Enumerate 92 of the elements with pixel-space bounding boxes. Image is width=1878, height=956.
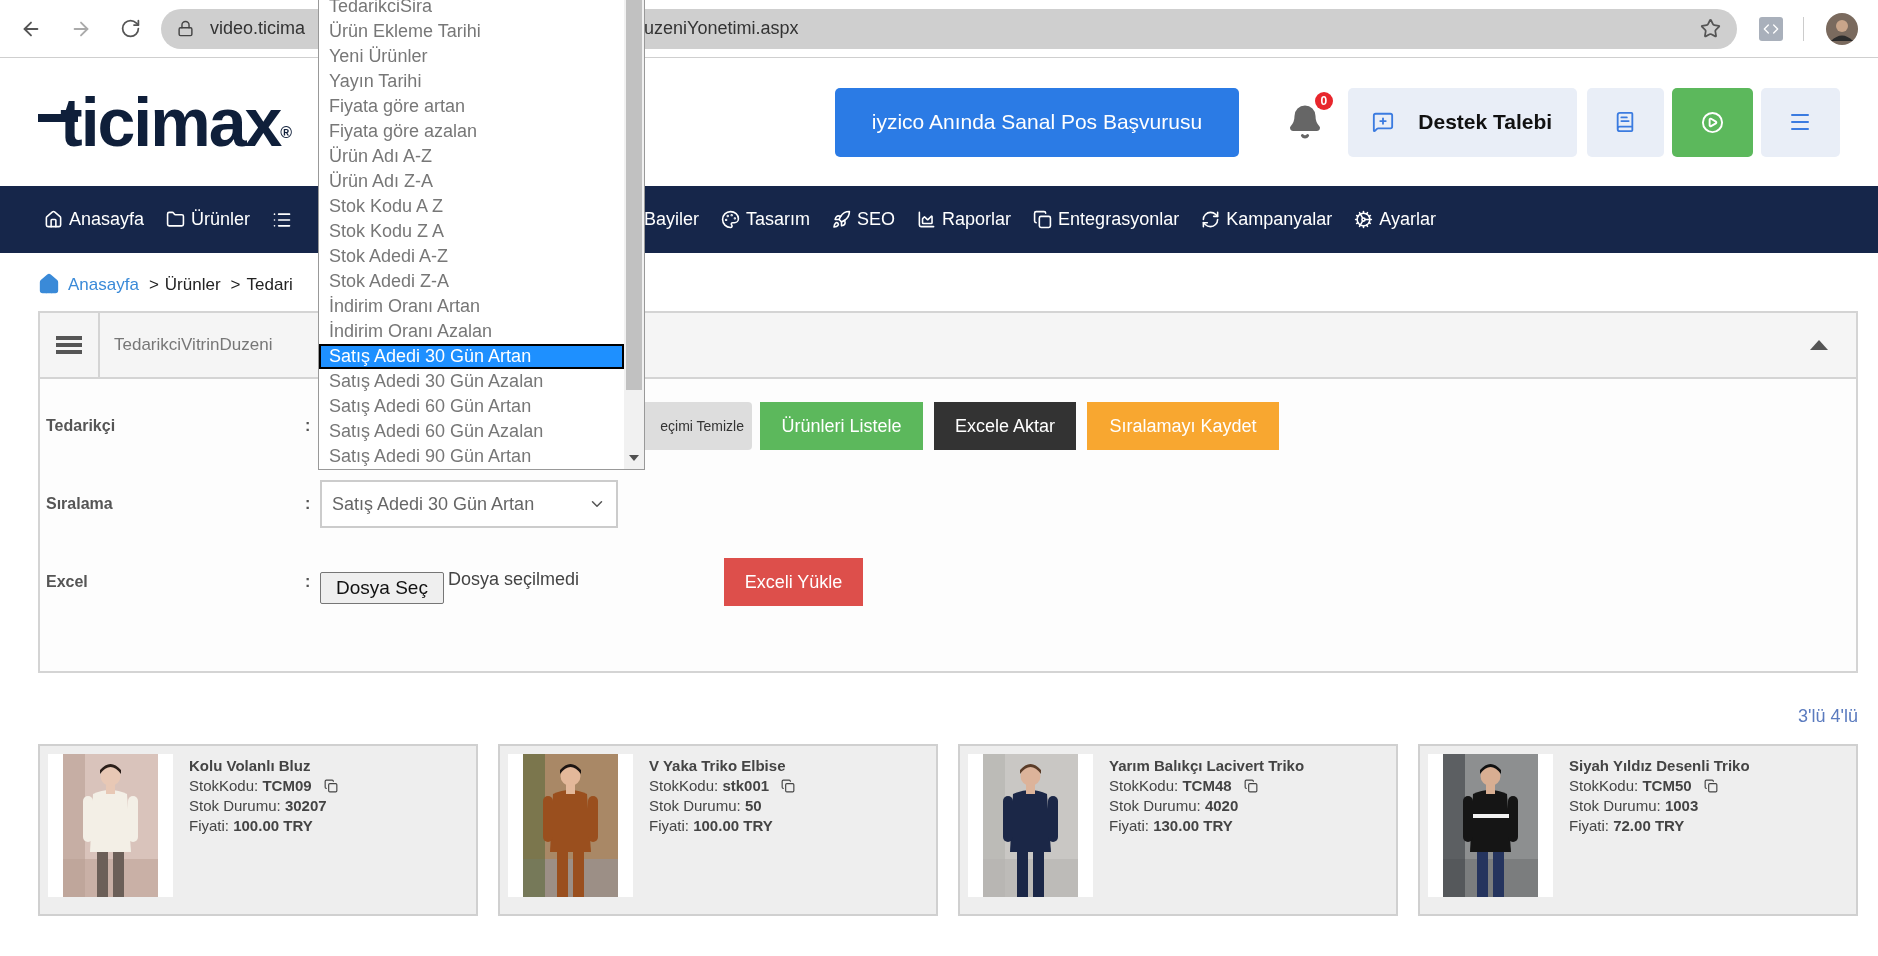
breadcrumb-link[interactable]: Tedari xyxy=(246,271,293,297)
logo[interactable]: ticimax® xyxy=(38,87,308,157)
rocket-icon xyxy=(832,210,852,229)
dropdown-option[interactable]: Fiyata göre azalan xyxy=(319,119,625,144)
dropdown-option[interactable]: Satış Adedi 30 Gün Artan xyxy=(319,344,625,369)
lock-icon xyxy=(177,20,194,37)
scrollbar[interactable] xyxy=(624,0,644,469)
url-text: uzeniYonetimi.aspx xyxy=(644,17,799,40)
nav-item[interactable]: Ayarlar xyxy=(1354,206,1436,233)
dropdown-option[interactable]: Satış Adedi 30 Gün Azalan xyxy=(319,369,625,394)
palette-icon xyxy=(721,210,741,229)
price-text: Fiyati: 72.00 TRY xyxy=(1569,816,1686,836)
dropdown-option[interactable]: İndirim Oranı Artan xyxy=(319,294,625,319)
stock-status-text: Stok Durumu: 30207 xyxy=(189,796,328,816)
panel-title: TedarikciVitrinDuzeni xyxy=(114,334,273,357)
url-text: video.ticima xyxy=(210,18,306,38)
stock-status-text: Stok Durumu: 1003 xyxy=(1569,796,1700,816)
avatar-icon[interactable] xyxy=(1826,12,1858,45)
clear-selection-button[interactable]: eçimi Temizle xyxy=(644,402,752,450)
dropdown-option[interactable]: Stok Adedi Z-A xyxy=(319,269,625,294)
gear-icon xyxy=(1354,210,1374,229)
dropdown-option[interactable]: İndirim Oranı Azalan xyxy=(319,319,625,344)
dropdown-option[interactable]: Satış Adedi 60 Gün Azalan xyxy=(319,419,625,444)
colon: : xyxy=(305,572,312,592)
dropdown-option[interactable]: Fiyata göre artan xyxy=(319,94,625,119)
layout-link[interactable]: 3'lü xyxy=(1798,703,1826,730)
notification-badge: 0 xyxy=(1314,92,1333,110)
dropdown-option[interactable]: Ürün Ekleme Tarihi xyxy=(319,19,625,44)
nav-item[interactable]: Raporlar xyxy=(917,206,1012,233)
nav-item[interactable]: Ürünler xyxy=(166,206,251,233)
dropdown-option[interactable]: Stok Kodu A Z xyxy=(319,194,625,219)
file-status-text: Dosya seçilmedi xyxy=(448,567,581,591)
price-text: Fiyati: 130.00 TRY xyxy=(1109,816,1234,836)
export-excel-button[interactable]: Excele Aktar xyxy=(934,402,1076,450)
layout-link[interactable]: 4'lü xyxy=(1830,703,1858,730)
product-name: Yarım Balıkçı Lacivert Triko xyxy=(1109,756,1305,776)
nav-item[interactable]: Entegrasyonlar xyxy=(1033,206,1180,233)
field-label: Sıralama xyxy=(46,494,114,514)
nav-item[interactable]: Kampanyalar xyxy=(1201,206,1333,233)
stock-code-text: StokKodu: TCM48 xyxy=(1109,776,1232,796)
scroll-down-arrow-icon[interactable] xyxy=(629,455,640,461)
stock-code-text: StokKodu: stk001 xyxy=(649,776,770,796)
dropdown-option[interactable]: Satış Adedi 90 Gün Artan xyxy=(319,444,625,469)
play-icon xyxy=(1700,110,1724,134)
copy-icon[interactable] xyxy=(1703,779,1718,793)
pos-application-button[interactable]: iyzico Anında Sanal Pos Başvurusu xyxy=(834,87,1240,157)
dropdown-option[interactable]: Stok Kodu Z A xyxy=(319,219,625,244)
copy-icon[interactable] xyxy=(781,779,796,793)
nav-item[interactable]: Anasayfa xyxy=(44,206,145,233)
price-text: Fiyati: 100.00 TRY xyxy=(189,816,314,836)
dropdown-option[interactable]: Stok Adedi A-Z xyxy=(319,244,625,269)
sort-select[interactable]: Satış Adedi 30 Gün Artan xyxy=(320,480,618,528)
breadcrumb-separator: > xyxy=(230,273,241,296)
dropdown-option[interactable]: Ürün Adı Z-A xyxy=(319,169,625,194)
dropdown-option[interactable]: Yayın Tarihi xyxy=(319,69,625,94)
support-request-button[interactable]: Destek Talebi xyxy=(1347,87,1577,157)
folder-icon xyxy=(166,210,186,229)
refresh-icon xyxy=(1201,210,1221,229)
star-icon[interactable] xyxy=(1700,18,1721,39)
product-name: Kolu Volanlı Bluz xyxy=(189,756,312,776)
dropdown-option[interactable]: Ürün Adı A-Z xyxy=(319,144,625,169)
dropdown-option[interactable]: Satış Adedi 60 Gün Artan xyxy=(319,394,625,419)
hamburger-icon[interactable] xyxy=(56,336,82,354)
area-chart-icon xyxy=(917,210,937,229)
home-icon[interactable] xyxy=(38,273,60,295)
choose-file-button[interactable]: Dosya Seç xyxy=(320,572,444,604)
collapse-caret-icon[interactable] xyxy=(1810,340,1828,350)
stock-code-text: StokKodu: TCM50 xyxy=(1569,776,1692,796)
copy-icon[interactable] xyxy=(1243,779,1258,793)
list-products-button[interactable]: Ürünleri Listele xyxy=(760,402,923,450)
stock-code-text: StokKodu: TCM09 xyxy=(189,776,312,796)
stock-status-text: Stok Durumu: 50 xyxy=(649,796,763,816)
field-label: Excel xyxy=(46,572,89,592)
nav-item[interactable]: Bayiler xyxy=(644,206,700,233)
upload-excel-button[interactable]: Exceli Yükle xyxy=(724,558,863,606)
breadcrumb-separator: > xyxy=(148,273,159,296)
breadcrumb-link[interactable]: Ürünler xyxy=(164,271,221,297)
reload-icon[interactable] xyxy=(120,18,141,39)
product-name: Siyah Yıldız Desenli Triko xyxy=(1569,756,1750,776)
nav-item[interactable]: Tasarım xyxy=(721,206,811,233)
field-label: Tedarikçi xyxy=(46,416,117,436)
nav-item[interactable]: SEO xyxy=(832,206,896,233)
book-button[interactable] xyxy=(1586,87,1664,157)
product-name: V Yaka Triko Elbise xyxy=(649,756,787,776)
stock-status-text: Stok Durumu: 4020 xyxy=(1109,796,1240,816)
copy-icon[interactable] xyxy=(323,779,338,793)
colon: : xyxy=(305,494,312,514)
chat-plus-icon xyxy=(1372,111,1395,133)
colon: : xyxy=(305,416,312,436)
breadcrumb-link[interactable]: Anasayfa xyxy=(68,271,139,297)
home-icon xyxy=(44,210,63,229)
price-text: Fiyati: 100.00 TRY xyxy=(649,816,774,836)
